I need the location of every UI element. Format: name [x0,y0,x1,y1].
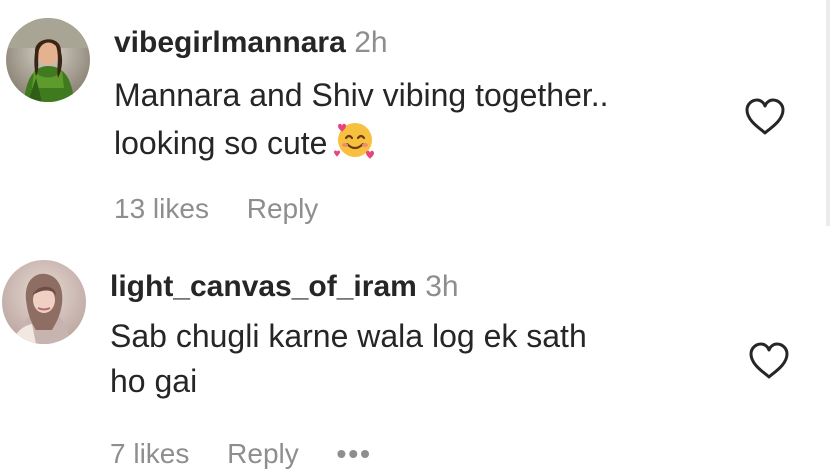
comment-meta: 13 likes Reply [114,193,318,225]
comment-item: light_canvas_of_iram 3h Sab chugli karne… [0,240,830,469]
timestamp: 2h [354,26,388,59]
avatar[interactable] [6,18,90,102]
username[interactable]: vibegirlmannara [114,26,346,59]
comment-text: Mannara and Shiv vibing together.. looki… [114,73,609,172]
more-options-icon[interactable]: ••• [337,438,372,469]
username[interactable]: light_canvas_of_iram [110,270,417,303]
likes-count[interactable]: 7 likes [110,438,189,469]
comment-line: Sab chugli karne wala log ek sath [110,318,587,354]
avatar-photo [2,260,86,344]
comment-item: vibegirlmannara 2h Mannara and Shiv vibi… [0,0,830,240]
comment-line: looking so cute [114,125,328,161]
comment-text: Sab chugli karne wala log ek sath ho gai [110,314,587,404]
likes-count[interactable]: 13 likes [114,193,209,224]
timestamp: 3h [425,270,459,303]
heart-outline-icon[interactable] [744,98,786,136]
reply-button[interactable]: Reply [227,438,299,469]
heart-outline-icon[interactable] [748,342,790,380]
comment-header: light_canvas_of_iram 3h [110,270,459,304]
comment-header: vibegirlmannara 2h [114,26,388,60]
avatar[interactable] [2,260,86,344]
avatar-photo [6,18,90,102]
smiling-face-with-hearts-emoji [333,118,377,172]
comment-line: ho gai [110,363,198,399]
reply-button[interactable]: Reply [247,193,319,224]
comment-line: Mannara and Shiv vibing together.. [114,77,609,113]
comment-meta: 7 likes Reply ••• [110,438,372,470]
